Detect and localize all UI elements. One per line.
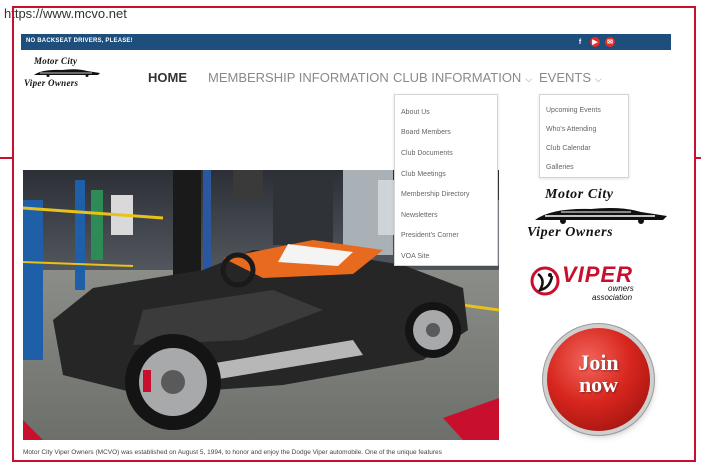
highlight-frame-content xyxy=(12,157,696,462)
highlight-frame-header xyxy=(12,6,696,158)
